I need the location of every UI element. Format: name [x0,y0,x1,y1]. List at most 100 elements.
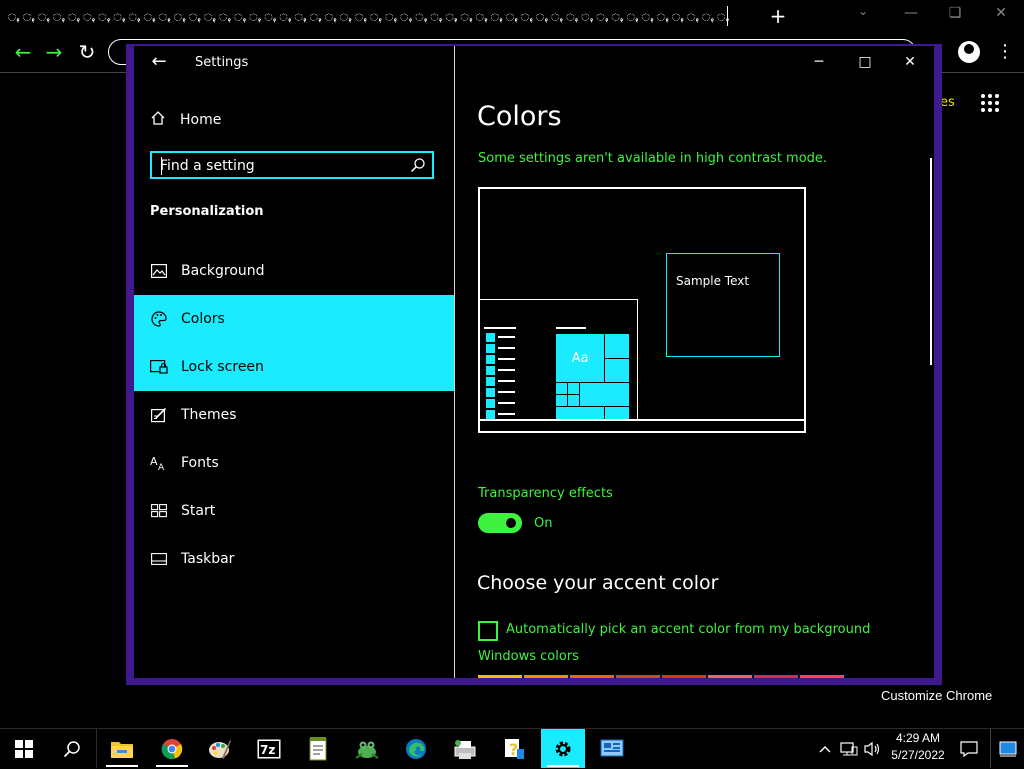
tab-favicon[interactable]: ꩻ [21,6,36,26]
tab-favicon[interactable]: ꩻ [278,6,293,26]
paint-icon[interactable] [198,729,242,768]
tab-favicon[interactable]: ꩻ [353,6,368,26]
notepad-icon[interactable] [296,729,340,768]
nav-home[interactable]: Home [150,108,440,132]
settings-taskbar-icon[interactable] [541,729,585,768]
help-icon[interactable]: ? [492,729,536,768]
tab-favicon[interactable]: ꩻ [368,6,383,26]
tray-overflow-chevron-icon[interactable] [814,729,836,768]
sidebar-item-background[interactable]: Background [134,247,454,295]
chrome-close-icon[interactable]: ✕ [986,2,1016,24]
tab-favicon[interactable]: ꩻ [338,6,353,26]
color-swatch[interactable] [708,675,752,678]
chrome-icon[interactable] [150,729,194,768]
tab-favicon[interactable]: ꩻ [549,6,564,26]
tab-favicon[interactable]: ꩻ [97,6,112,26]
sidebar-item-start[interactable]: Start [134,487,454,535]
tab-favicon[interactable]: ꩻ [670,6,685,26]
tab-favicon[interactable]: ꩻ [157,6,172,26]
printer-icon[interactable] [443,729,487,768]
tab-favicon[interactable]: ꩻ [414,6,429,26]
tab-favicon[interactable]: ꩻ [625,6,640,26]
auto-accent-checkbox[interactable] [478,621,498,641]
maximize-icon[interactable]: □ [851,52,879,72]
tab-favicon[interactable]: ꩻ [6,6,21,26]
tab-favicon[interactable]: ꩻ [700,6,715,26]
tab-favicon[interactable]: ꩻ [398,6,413,26]
windows-start-icon[interactable] [2,729,46,768]
tray-clock[interactable]: 4:29 AM 5/27/2022 [888,731,948,767]
tab-favicon[interactable]: ꩻ [383,6,398,26]
pane-scrollbar[interactable] [930,158,932,365]
tab-favicon[interactable]: ꩻ [489,6,504,26]
tab-favicon[interactable]: ꩻ [715,6,730,26]
tab-favicon[interactable]: ꩻ [248,6,263,26]
color-swatch[interactable] [524,675,568,678]
tab-favicon[interactable]: ꩻ [66,6,81,26]
tab-favicon[interactable]: ꩻ [172,6,187,26]
color-swatch[interactable] [478,675,522,678]
tab-favicon[interactable]: ꩻ [640,6,655,26]
tab-favicon[interactable]: ꩻ [519,6,534,26]
ntp-link-partial[interactable]: es [940,95,955,110]
customize-chrome-button[interactable]: Customize Chrome [881,688,992,703]
tab-favicon[interactable]: ꩻ [127,6,142,26]
reload-icon[interactable]: ↻ [76,41,98,63]
tab-favicon[interactable]: ꩻ [142,6,157,26]
tab-favicon[interactable]: ꩻ [504,6,519,26]
desktop-app-icon[interactable] [590,729,634,768]
color-swatch[interactable] [800,675,844,678]
tab-favicon[interactable]: ꩻ [308,6,323,26]
file-explorer-icon[interactable] [100,729,144,768]
tab-favicon[interactable]: ꩻ [36,6,51,26]
tab-favicon[interactable]: ꩻ [217,6,232,26]
tab-favicon[interactable]: ꩻ [459,6,474,26]
auto-accent-label[interactable]: Automatically pick an accent color from … [506,622,870,637]
edge-icon[interactable] [394,729,438,768]
action-center-icon[interactable] [952,729,986,768]
tab-favicon[interactable]: ꩻ [595,6,610,26]
color-swatch[interactable] [754,675,798,678]
tab-search-chevron-icon[interactable]: ⌄ [855,4,871,24]
tab-favicon[interactable]: ꩻ [444,6,459,26]
tab-favicon[interactable]: ꩻ [429,6,444,26]
sidebar-item-taskbar[interactable]: Taskbar [134,535,454,583]
search-input[interactable] [160,157,400,175]
settings-back-icon[interactable]: ← [149,52,169,72]
network-icon[interactable] [838,729,860,768]
color-swatch[interactable] [616,675,660,678]
frog-icon[interactable] [345,729,389,768]
tab-favicon[interactable]: ꩻ [232,6,247,26]
taskbar-search-icon[interactable] [50,729,94,768]
tab-favicon[interactable]: ꩻ [580,6,595,26]
sidebar-item-fonts[interactable]: AA Fonts [134,439,454,487]
7zip-icon[interactable]: 7z [247,729,291,768]
color-swatch[interactable] [662,675,706,678]
chrome-minimize-icon[interactable]: — [896,2,926,24]
new-tab-button[interactable]: + [768,6,788,26]
search-icon[interactable] [410,157,426,173]
browser-back-icon[interactable]: ← [12,41,34,63]
tab-favicon[interactable]: ꩻ [323,6,338,26]
tab-favicon[interactable]: ꩻ [187,6,202,26]
minimize-icon[interactable]: ─ [805,52,833,72]
transparency-toggle[interactable] [478,513,522,533]
chrome-restore-icon[interactable]: ❏ [940,2,970,24]
close-icon[interactable]: ✕ [896,52,924,72]
tab-favicon[interactable]: ꩻ [293,6,308,26]
tab-favicon[interactable]: ꩻ [81,6,96,26]
chrome-menu-icon[interactable]: ⋮ [996,40,1014,64]
show-desktop-icon[interactable] [994,729,1022,768]
tab-favicon[interactable]: ꩻ [51,6,66,26]
sidebar-item-lock-screen[interactable]: Lock screen [134,343,454,391]
google-apps-icon[interactable] [981,94,999,112]
tab-favicon[interactable]: ꩻ [202,6,217,26]
tab-favicon[interactable]: ꩻ [263,6,278,26]
volume-icon[interactable] [862,729,884,768]
tab-favicon[interactable]: ꩻ [610,6,625,26]
tab-favicon[interactable]: ꩻ [112,6,127,26]
tab-favicon[interactable]: ꩻ [655,6,670,26]
sidebar-item-colors[interactable]: Colors [134,295,454,343]
color-swatch[interactable] [570,675,614,678]
settings-search-box[interactable] [150,151,434,179]
